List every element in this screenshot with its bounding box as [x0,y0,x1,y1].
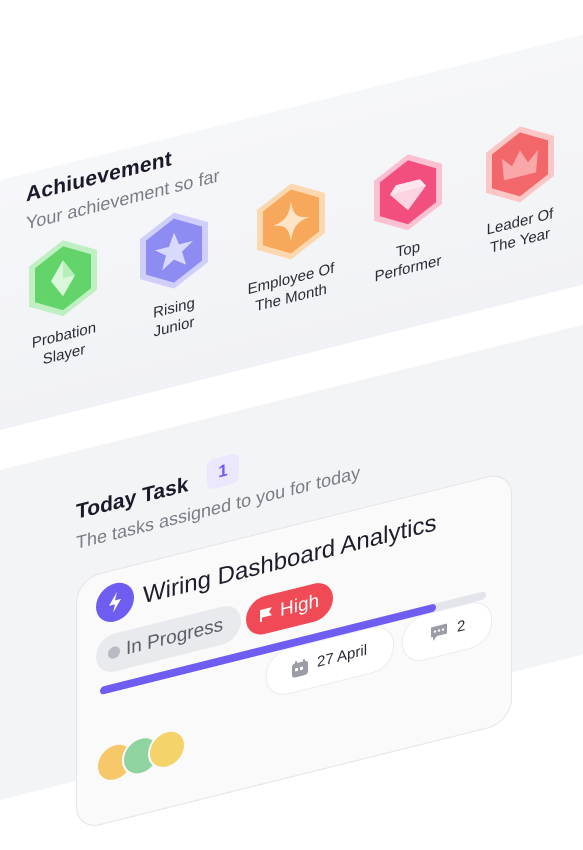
dashboard-plane: Achiuevement Your achievement so far Pro… [0,0,583,832]
flag-icon [260,607,272,623]
priority-label: High [280,590,320,622]
comment-icon [431,623,447,642]
calendar-icon [292,658,308,678]
clock-icon [108,645,120,661]
comments-count: 2 [457,616,466,637]
due-date-label: 27 April [317,641,368,671]
